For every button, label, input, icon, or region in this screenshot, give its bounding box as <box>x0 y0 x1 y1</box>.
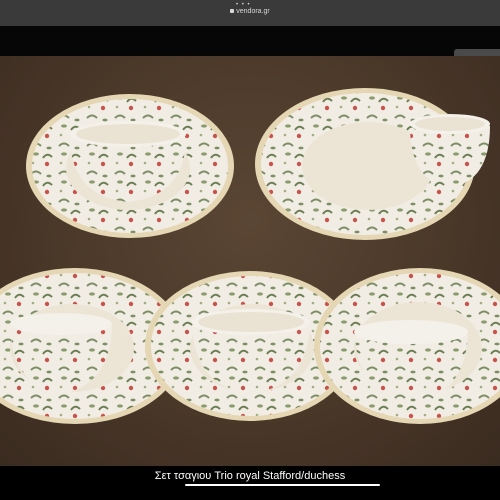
url-text: vendora.gr <box>236 8 270 15</box>
lock-icon <box>230 9 235 14</box>
tea-set-illustration <box>0 88 500 424</box>
edge-tab <box>454 49 500 56</box>
url-display[interactable]: vendora.gr <box>0 8 500 15</box>
toolbar-strip <box>0 26 500 56</box>
product-photo[interactable] <box>0 56 500 466</box>
listing-title: Σετ τσαγιου Trio royal Stafford/duchess <box>154 470 346 482</box>
caption-underline <box>185 484 380 486</box>
browser-status-bar: • • • vendora.gr <box>0 0 500 26</box>
